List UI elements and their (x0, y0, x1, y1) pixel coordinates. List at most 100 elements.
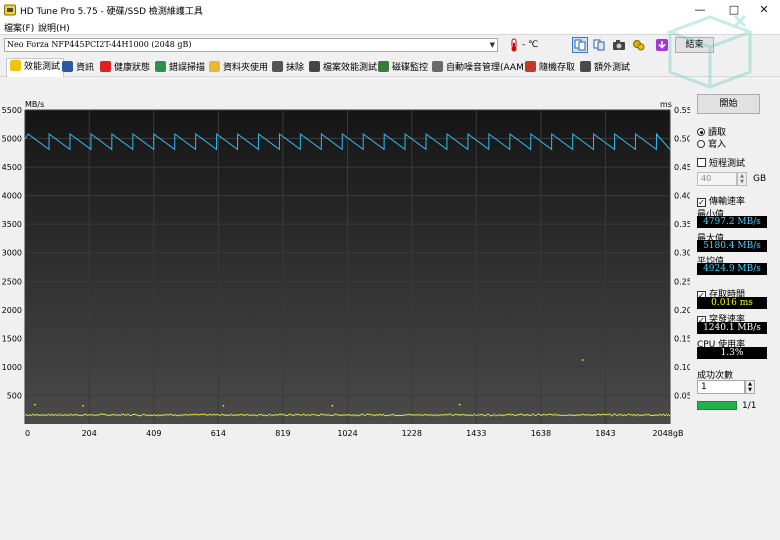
access-point (172, 414, 174, 416)
access-point (264, 414, 267, 416)
access-point (215, 414, 217, 416)
x-tick-label: 1638 (531, 429, 551, 438)
copy-info-button[interactable] (591, 37, 607, 53)
access-point (431, 415, 433, 417)
tab-disk-monitor[interactable]: 磁碟監控 (378, 60, 428, 76)
copy-text-button[interactable] (572, 37, 588, 53)
access-point (553, 415, 555, 417)
access-point (234, 414, 236, 416)
access-point (620, 413, 622, 415)
access-point (586, 414, 588, 417)
access-point (153, 414, 155, 416)
menu-help[interactable]: 說明(H) (38, 21, 70, 34)
tab-folder-usage[interactable]: 資料夾使用 (209, 60, 268, 76)
access-point (67, 415, 69, 417)
access-point (581, 413, 583, 415)
access-point (26, 414, 28, 416)
gb-input[interactable]: 40 (697, 172, 737, 186)
access-point (266, 414, 269, 417)
x-tick-label: 1433 (466, 429, 486, 438)
y-axis-unit-left: MB/s (25, 100, 44, 109)
access-point (164, 415, 166, 417)
access-point (177, 415, 179, 417)
tab-benchmark[interactable]: 效能測試 (6, 58, 65, 77)
access-point (458, 414, 460, 416)
access-point (46, 415, 48, 417)
gb-unit-label: GB (753, 174, 767, 184)
access-point (86, 414, 88, 416)
access-point (452, 414, 454, 416)
tab-extra-tests[interactable]: 額外測試 (580, 60, 630, 76)
drive-select[interactable]: Neo Forza NFP445PCI2T-44H1000 (2048 gB) … (4, 38, 498, 52)
passes-input[interactable]: 1 (697, 380, 745, 394)
access-point (374, 415, 376, 417)
access-point (284, 414, 286, 416)
benchmark-chart: 500 1000 1500 2000 2500 3000 3500 4000 4500 5000 5… (2, 100, 690, 438)
tab-label: 隨機存取 (539, 63, 576, 73)
access-point (69, 414, 71, 416)
camera-icon (613, 40, 625, 50)
access-point (41, 414, 43, 416)
start-button[interactable]: 開始 (697, 94, 760, 114)
extra-tests-icon (580, 61, 591, 72)
access-point (229, 415, 231, 417)
access-point (269, 415, 272, 417)
access-point (345, 414, 347, 416)
access-point (633, 413, 635, 416)
passes-stepper[interactable]: ▲ ▼ (745, 380, 755, 394)
menu-file[interactable]: 檔案(F) (4, 21, 34, 34)
access-point (625, 414, 627, 417)
access-point (207, 415, 209, 417)
tab-health[interactable]: 健康狀態 (100, 60, 150, 76)
y-tick-label-right: 0.15 (674, 334, 690, 343)
folder-icon (209, 61, 220, 72)
tab-file-benchmark[interactable]: 檔案效能測試 (309, 60, 377, 76)
chevron-down-icon[interactable]: ▼ (490, 39, 495, 51)
access-point (443, 413, 445, 415)
access-point (163, 414, 165, 416)
tab-erase[interactable]: 抹除 (272, 60, 304, 76)
access-point (236, 414, 238, 416)
access-point (570, 414, 572, 417)
access-point (308, 414, 310, 416)
access-point (391, 414, 394, 416)
tab-info[interactable]: 資訊 (62, 60, 94, 76)
access-point (585, 414, 587, 416)
tab-aam[interactable]: 自動噪音管理(AAM) (432, 60, 527, 76)
access-point (77, 414, 79, 417)
access-point (81, 415, 83, 417)
access-point (333, 414, 335, 416)
access-point (349, 414, 351, 416)
access-point (283, 413, 285, 415)
access-point (319, 414, 321, 416)
access-point (290, 413, 292, 415)
x-tick-label: 819 (275, 429, 290, 438)
access-point (301, 414, 303, 417)
tab-random-access[interactable]: 隨機存取 (525, 60, 575, 76)
access-point (486, 413, 488, 415)
access-point (377, 414, 379, 416)
window-title: HD Tune Pro 5.75 - 硬碟/SSD 檢測維護工具 (20, 7, 203, 17)
y-tick-label-right: 0.45 (674, 163, 690, 172)
y-tick-label-left: 5500 (2, 106, 22, 115)
access-point (379, 414, 381, 416)
access-point (509, 414, 511, 416)
gb-stepper[interactable]: ▲ ▼ (737, 172, 747, 186)
access-point (501, 414, 503, 416)
screenshot-button[interactable] (611, 37, 627, 53)
access-point (484, 414, 486, 417)
access-point (499, 414, 501, 417)
access-point (598, 413, 600, 415)
tab-label: 健康狀態 (114, 63, 151, 73)
tab-error-scan[interactable]: 錯誤掃描 (155, 60, 205, 76)
access-point (539, 413, 541, 415)
access-point (114, 413, 116, 415)
health-icon (100, 61, 111, 72)
write-radio[interactable]: 寫入 (697, 137, 726, 150)
access-point (436, 413, 438, 416)
transfer-rate-checkbox[interactable]: ✓ 傳輸速率 (697, 194, 745, 207)
x-tick-label: 614 (211, 429, 226, 438)
access-point (336, 414, 338, 416)
access-point (55, 414, 57, 416)
short-test-checkbox[interactable]: 短程測試 (697, 156, 745, 169)
